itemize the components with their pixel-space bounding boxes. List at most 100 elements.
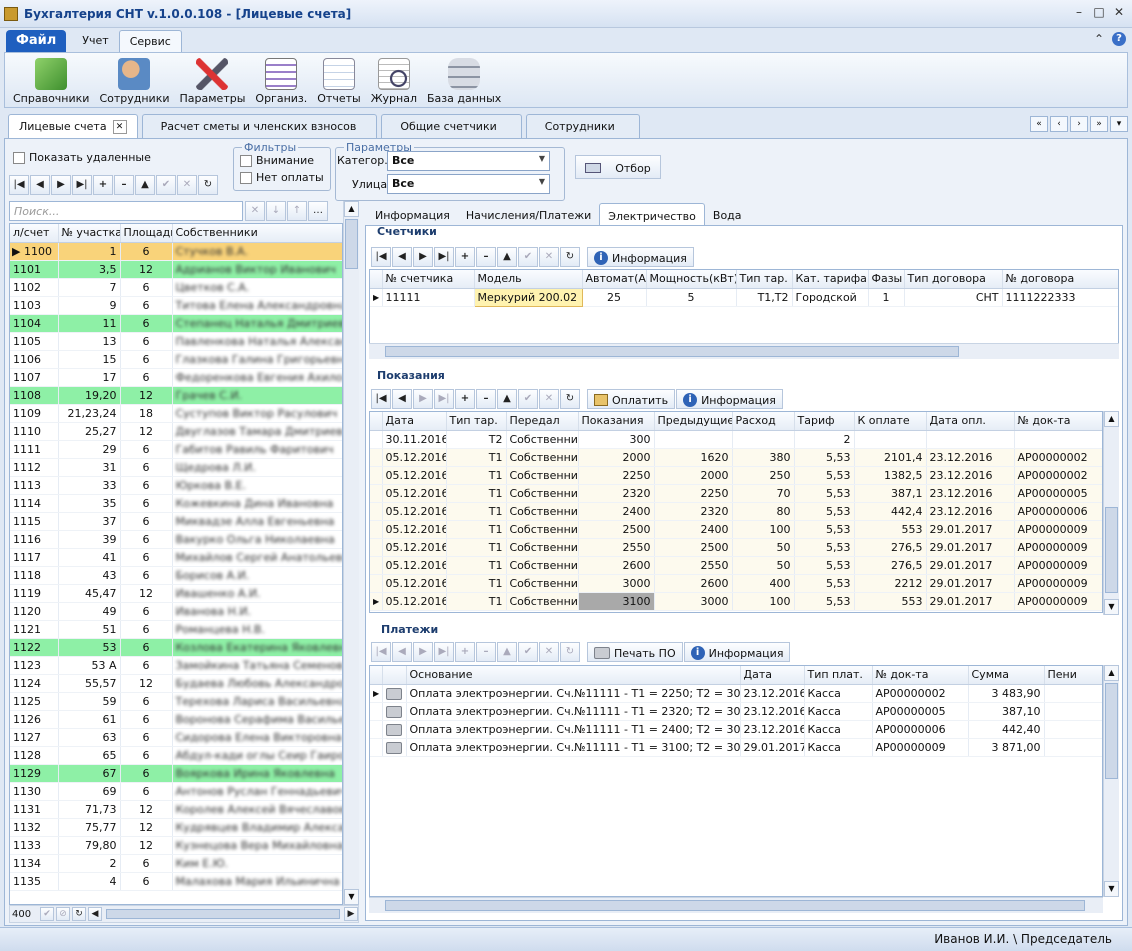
table-row[interactable]: 113275,7712Кудрявцев Владимир Александро…	[10, 818, 342, 837]
scroll-up-icon[interactable]: ▲	[1104, 665, 1119, 681]
scroll-thumb[interactable]	[1105, 683, 1118, 779]
edit-record-icon[interactable]: ▲	[135, 175, 155, 195]
col-plot[interactable]: № участка	[58, 224, 121, 243]
prev-record-icon[interactable]: ◀	[392, 389, 412, 409]
table-row[interactable]: 1107176Федоренкова Евгения Ахиловна	[10, 368, 342, 387]
scroll-thumb[interactable]	[345, 219, 358, 269]
add-record-icon[interactable]: +	[93, 175, 113, 195]
refresh-icon[interactable]: ↻	[72, 907, 86, 921]
table-row[interactable]: 30.11.2016 Т2 Собственник 300 2	[370, 430, 1102, 449]
table-row[interactable]: 1135 4 6 Малахова Мария Ильинична	[10, 872, 342, 891]
readings-scrollbar[interactable]: ▲ ▼	[1103, 411, 1119, 615]
scroll-left-icon[interactable]: ◀	[88, 907, 102, 921]
refresh-icon[interactable]: ↻	[560, 642, 580, 662]
prev-record-icon[interactable]: ◀	[392, 642, 412, 662]
scroll-thumb[interactable]	[385, 900, 1085, 911]
accounts-scrollbar[interactable]: ▲ ▼	[343, 201, 359, 905]
next-record-icon[interactable]: ▶	[51, 175, 71, 195]
first-record-icon[interactable]: |◀	[371, 247, 391, 267]
cancel-record-icon[interactable]: ✕	[539, 247, 559, 267]
col-readings-1[interactable]: Тип тар.	[446, 412, 507, 431]
last-record-icon[interactable]: ▶|	[434, 247, 454, 267]
next-tab-icon[interactable]: ›	[1070, 116, 1088, 132]
last-record-icon[interactable]: ▶|	[434, 389, 454, 409]
table-row[interactable]: 112455,5712Будаева Любовь Александровна	[10, 674, 342, 693]
table-row[interactable]: 1118 43 6 Борисов А.И.	[10, 566, 342, 585]
delete-record-icon[interactable]: –	[476, 247, 496, 267]
table-row[interactable]: 1129 67 6 Вояркова Ирина Яковлевна	[10, 764, 342, 783]
add-record-icon[interactable]: +	[455, 389, 475, 409]
table-row[interactable]: 1126616Воронова Серафима Васильевна	[10, 710, 342, 729]
prev-record-icon[interactable]: ◀	[392, 247, 412, 267]
table-row[interactable]: 1109 21,23,24 18 Суступов Виктор Расулович	[10, 404, 342, 423]
scroll-right-icon[interactable]: ▶	[344, 907, 358, 921]
pay-button[interactable]: Оплатить	[587, 389, 676, 409]
table-row[interactable]: 05.12.2016 Т1 Собственник 2250 2000 250 5,53 13…	[370, 466, 1102, 485]
meters-info-button[interactable]: i Информация	[587, 247, 694, 267]
table-row[interactable]: 1115 37 6 Миквадзе Алла Евгеньевна	[10, 512, 342, 531]
cancel-record-icon[interactable]: ✕	[539, 389, 559, 409]
tab-accounting[interactable]: Учет	[72, 30, 118, 52]
reports-button[interactable]: Отчеты	[315, 58, 362, 107]
col-phases[interactable]: Фазы	[868, 270, 905, 289]
parameters-button[interactable]: Параметры	[178, 58, 248, 107]
payments-hscrollbar[interactable]	[369, 897, 1103, 913]
help-icon[interactable]: ?	[1112, 32, 1126, 46]
horizontal-scroll-thumb[interactable]	[106, 909, 340, 919]
last-record-icon[interactable]: ▶|	[72, 175, 92, 195]
col-payments-2[interactable]: Тип плат.	[804, 666, 873, 685]
table-row[interactable]: 1105136Павленкова Наталья Александровна	[10, 332, 342, 351]
printer-icon[interactable]	[382, 720, 407, 739]
col-payments-0[interactable]: Основание	[406, 666, 741, 685]
table-row[interactable]: Оплата электроэнергии. Сч.№11111 - Т1 = …	[370, 702, 1102, 721]
table-row[interactable]: 1134 2 6 Ким Е.Ю.	[10, 854, 342, 873]
table-row[interactable]: 1122 53 6 Козлова Екатерина Яковлевна	[10, 638, 342, 657]
first-tab-icon[interactable]: «	[1030, 116, 1048, 132]
col-readings-7[interactable]: К оплате	[854, 412, 927, 431]
col-readings-6[interactable]: Тариф	[794, 412, 855, 431]
col-breaker[interactable]: Автомат(А)	[582, 270, 647, 289]
show-deleted-checkbox[interactable]: Показать удаленные	[13, 151, 151, 164]
references-button[interactable]: Справочники	[11, 58, 91, 107]
col-readings-8[interactable]: Дата опл.	[926, 412, 1015, 431]
database-button[interactable]: База данных	[425, 58, 503, 107]
delete-record-icon[interactable]: –	[476, 642, 496, 662]
col-tariff-category[interactable]: Кат. тарифа	[792, 270, 869, 289]
table-row[interactable]: ▶ Оплата электроэнергии. Сч.№11111 - Т1 =…	[370, 684, 1102, 703]
next-record-icon[interactable]: ▶	[413, 389, 433, 409]
printer-icon[interactable]	[382, 684, 407, 703]
search-input[interactable]: Поиск...	[9, 201, 243, 221]
cancel-record-icon[interactable]: ✕	[177, 175, 197, 195]
refresh-icon[interactable]: ↻	[198, 175, 218, 195]
print-receipt-button[interactable]: Печать ПО	[587, 642, 683, 662]
tab-list-icon[interactable]: ▾	[1110, 116, 1128, 132]
close-button[interactable]: ✕	[1112, 5, 1126, 19]
select-button[interactable]: Отбор	[575, 155, 661, 179]
table-row[interactable]: 05.12.2016 Т1 Собственник 2400 2320 80 5,53 442…	[370, 502, 1102, 521]
tab-service[interactable]: Сервис	[118, 30, 182, 52]
table-row[interactable]: 05.12.2016 Т1 Собственник 2500 2400 100 5,53 55…	[370, 520, 1102, 539]
table-row[interactable]: 1101 3,5 12 Адрианов Виктор Иванович	[10, 260, 342, 279]
save-record-icon[interactable]: ✔	[156, 175, 176, 195]
category-select[interactable]: Все ▼	[387, 151, 550, 171]
search-down-icon[interactable]: ↓	[266, 201, 286, 221]
table-row[interactable]: 1121 51 6 Романцева Н.В.	[10, 620, 342, 639]
employees-button[interactable]: Сотрудники	[97, 58, 171, 107]
next-record-icon[interactable]: ▶	[413, 642, 433, 662]
table-row[interactable]: 1125 59 6 Терехова Лариса Васильевна	[10, 692, 342, 711]
tab-employees[interactable]: Сотрудники	[525, 114, 640, 138]
tab-estimate[interactable]: Расчет сметы и членских взносов	[141, 114, 378, 138]
scroll-thumb[interactable]	[1105, 507, 1118, 593]
col-power[interactable]: Мощность(кВт)	[646, 270, 737, 289]
scroll-up-icon[interactable]: ▲	[344, 201, 359, 217]
table-row[interactable]: 1119 45,47 12 Ивашенко А.И.	[10, 584, 342, 603]
delete-record-icon[interactable]: –	[114, 175, 134, 195]
table-row[interactable]: 05.12.2016 Т1 Собственник 2320 2250 70 5,53 387…	[370, 484, 1102, 503]
col-tariff-type[interactable]: Тип тар.	[736, 270, 793, 289]
table-row[interactable]: 1131 71,73 12 Королев Алексей Вячеславович	[10, 800, 342, 819]
col-meter-number[interactable]: № счетчика	[382, 270, 475, 289]
edit-record-icon[interactable]: ▲	[497, 642, 517, 662]
col-owners[interactable]: Собственники	[172, 224, 342, 243]
table-row[interactable]: 1120 49 6 Иванова Н.И.	[10, 602, 342, 621]
first-record-icon[interactable]: |◀	[371, 642, 391, 662]
